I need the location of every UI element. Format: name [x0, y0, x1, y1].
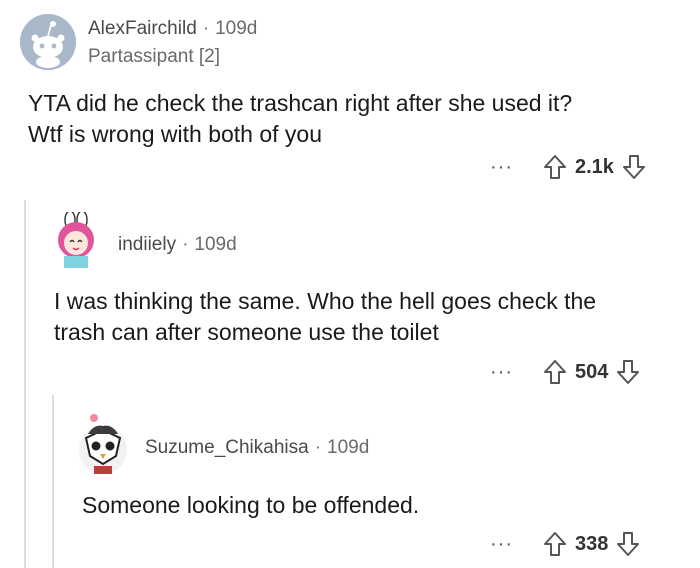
- downvote-arrow-icon[interactable]: [622, 154, 646, 180]
- separator-dot: ·: [202, 18, 210, 39]
- comment-actions: ··· 504: [490, 355, 640, 389]
- comment-author[interactable]: AlexFairchild · 109d: [88, 18, 257, 40]
- upvote-arrow-icon[interactable]: [543, 359, 567, 385]
- owl-mask-avatar-icon: [79, 414, 127, 474]
- avatar[interactable]: [20, 14, 76, 70]
- avatar[interactable]: [76, 412, 130, 476]
- more-options-button[interactable]: ···: [490, 157, 513, 177]
- username[interactable]: AlexFairchild: [88, 18, 197, 39]
- comment-line: Someone looking to be offended.: [82, 492, 420, 518]
- downvote-arrow-icon[interactable]: [616, 531, 640, 557]
- comment-age: 109d: [194, 234, 237, 255]
- vote-score: 504: [574, 360, 609, 383]
- downvote-arrow-icon[interactable]: [616, 359, 640, 385]
- avatar[interactable]: [50, 212, 102, 268]
- comment-age: 109d: [327, 437, 370, 458]
- more-options-button[interactable]: ···: [490, 362, 513, 382]
- username[interactable]: Suzume_Chikahisa: [145, 437, 309, 458]
- separator-dot: ·: [182, 234, 189, 255]
- comment-body: YTA did he check the trashcan right afte…: [28, 88, 572, 150]
- comment-body: I was thinking the same. Who the hell go…: [54, 286, 596, 348]
- vote-score: 2.1k: [574, 155, 614, 178]
- comment-line: I was thinking the same. Who the hell go…: [54, 288, 597, 314]
- anime-girl-bunny-ears-avatar-icon: [58, 212, 94, 268]
- comment-author[interactable]: indiiely · 109d: [118, 234, 237, 256]
- vote-score: 338: [574, 532, 609, 555]
- comment-actions: ··· 338: [490, 527, 640, 561]
- thread-line-level-2[interactable]: [52, 395, 54, 568]
- user-flair: Partassipant [2]: [88, 46, 221, 67]
- reddit-snoo-avatar-icon: [20, 14, 76, 70]
- comment-age: 109d: [215, 18, 258, 39]
- comment-line: YTA did he check the trashcan right afte…: [28, 90, 573, 116]
- separator-dot: ·: [314, 437, 322, 458]
- username[interactable]: indiiely: [118, 234, 176, 255]
- thread-line-level-1[interactable]: [24, 200, 26, 568]
- comment-actions: ··· 2.1k: [490, 150, 646, 184]
- upvote-arrow-icon[interactable]: [543, 154, 567, 180]
- comment-line: trash can after someone use the toilet: [54, 319, 439, 345]
- comment-body: Someone looking to be offended.: [82, 490, 419, 521]
- upvote-arrow-icon[interactable]: [543, 531, 567, 557]
- comment-author[interactable]: Suzume_Chikahisa · 109d: [145, 437, 369, 459]
- comment-line: Wtf is wrong with both of you: [28, 121, 323, 147]
- more-options-button[interactable]: ···: [490, 534, 513, 554]
